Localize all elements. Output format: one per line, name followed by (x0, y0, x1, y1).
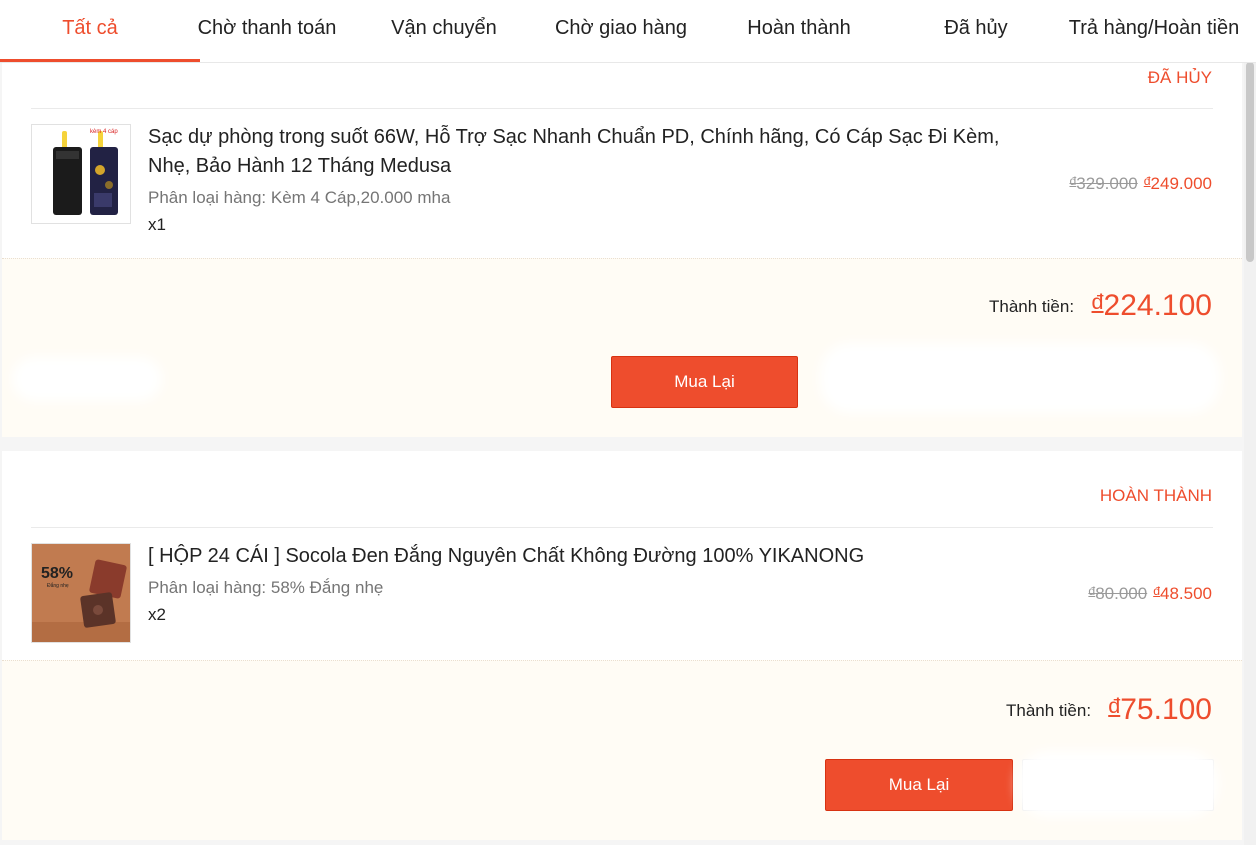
divider (31, 527, 1213, 528)
order-status: HOÀN THÀNH (1099, 486, 1212, 505)
product-price: đ329.000 đ249.000 (1069, 174, 1212, 194)
rebuy-button[interactable]: Mua Lại (825, 759, 1013, 811)
original-price: đ329.000 (1069, 174, 1138, 193)
order-card: ĐÃ HỦY kèm 4 cáp Sạc dự phòng trong suốt… (2, 62, 1242, 437)
thumbnail-caption: kèm 4 cáp (90, 129, 118, 135)
order-footer: Thành tiền: đ75.100 Mua Lại (2, 660, 1242, 840)
total-label: Thành tiền: (1006, 701, 1092, 720)
tab-shipping[interactable]: Vận chuyển (389, 0, 499, 60)
tab-awaiting-delivery[interactable]: Chờ giao hàng (553, 0, 689, 60)
product-variant: Phân loại hàng: Kèm 4 Cáp,20.000 mha (148, 188, 451, 207)
redacted-area (1018, 751, 1218, 817)
product-name[interactable]: [ HỘP 24 CÁI ] Socola Đen Đắng Nguyên Ch… (148, 542, 1018, 571)
product-variant: Phân loại hàng: 58% Đắng nhẹ (148, 578, 384, 597)
divider (31, 108, 1213, 109)
product-quantity: x1 (148, 215, 166, 234)
order-total: đ75.100 (1108, 693, 1212, 726)
sale-price: đ48.500 (1153, 584, 1212, 603)
product-quantity: x2 (148, 605, 166, 624)
chocolate-image (32, 544, 130, 642)
order-body: HOÀN THÀNH 58% Đắng nhẹ [ HỘP 24 CÁI ] S… (2, 451, 1242, 660)
order-status: ĐÃ HỦY (1147, 68, 1212, 87)
order-total: đ224.100 (1091, 289, 1212, 322)
thumbnail-subcaption: Đắng nhẹ (47, 583, 69, 589)
redacted-area (12, 357, 162, 401)
scrollbar[interactable] (1244, 62, 1256, 845)
product-price: đ80.000 đ48.500 (1088, 584, 1212, 604)
order-body: ĐÃ HỦY kèm 4 cáp Sạc dự phòng trong suốt… (2, 62, 1242, 258)
tab-pending-payment[interactable]: Chờ thanh toán (196, 0, 338, 60)
order-footer: Thành tiền: đ224.100 Mua Lại (2, 258, 1242, 437)
sale-price: đ249.000 (1143, 174, 1212, 193)
power-bank-image (32, 125, 130, 223)
order-status-tabs: Tất cả Chờ thanh toán Vận chuyển Chờ gia… (0, 0, 1256, 63)
tab-all[interactable]: Tất cả (58, 0, 122, 60)
product-thumbnail[interactable]: 58% Đắng nhẹ (31, 543, 131, 643)
tab-cancelled[interactable]: Đã hủy (942, 0, 1010, 60)
rebuy-button[interactable]: Mua Lại (611, 356, 798, 408)
product-name[interactable]: Sạc dự phòng trong suốt 66W, Hỗ Trợ Sạc … (148, 123, 1018, 181)
order-card: HOÀN THÀNH 58% Đắng nhẹ [ HỘP 24 CÁI ] S… (2, 451, 1242, 840)
product-thumbnail[interactable]: kèm 4 cáp (31, 124, 131, 224)
original-price: đ80.000 (1088, 584, 1148, 603)
scrollbar-thumb[interactable] (1246, 62, 1254, 262)
tab-returns-refunds[interactable]: Trả hàng/Hoàn tiền (1067, 0, 1241, 60)
redacted-area (820, 343, 1220, 413)
active-tab-indicator (0, 59, 200, 62)
thumbnail-caption: 58% (41, 565, 74, 582)
total-label: Thành tiền: (989, 297, 1075, 316)
tab-completed[interactable]: Hoàn thành (745, 0, 853, 60)
